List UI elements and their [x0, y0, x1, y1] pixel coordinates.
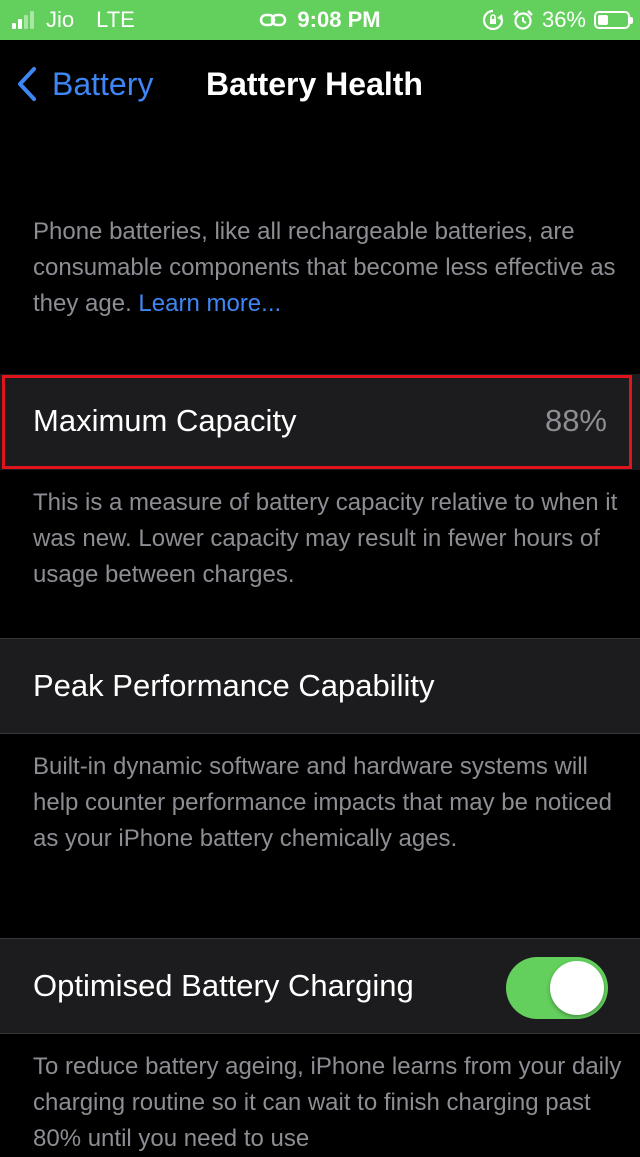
battery-percent: 36%	[541, 7, 586, 32]
status-right: 36%	[482, 0, 633, 40]
rotation-lock-icon	[482, 9, 504, 31]
alarm-icon	[512, 9, 534, 31]
clock: 9:08 PM	[297, 7, 381, 32]
peak-performance-row: Peak Performance Capability	[0, 638, 640, 734]
toggle-knob[interactable]	[550, 961, 604, 1015]
back-button[interactable]: Battery	[16, 64, 153, 104]
intro-text: Phone batteries, like all rechargeable b…	[33, 214, 623, 322]
peak-performance-label: Peak Performance Capability	[33, 668, 435, 703]
navigation-bar: Battery Battery Health	[0, 40, 640, 128]
learn-more-link[interactable]: Learn more...	[138, 290, 281, 317]
link-icon	[259, 11, 287, 29]
chevron-left-icon	[16, 66, 38, 102]
highlight-box	[2, 375, 632, 469]
optimised-charging-row: Optimised Battery Charging	[0, 938, 640, 1034]
battery-level-fill	[598, 15, 608, 25]
page-title: Battery Health	[206, 65, 423, 102]
peak-performance-description: Built-in dynamic software and hardware s…	[33, 753, 612, 852]
status-bar: Jio LTE 9:08 PM 36%	[0, 0, 640, 40]
optimised-charging-toggle[interactable]	[506, 957, 608, 1019]
maximum-capacity-description: This is a measure of battery capacity re…	[33, 489, 618, 588]
back-label: Battery	[52, 65, 154, 102]
optimised-charging-description: To reduce battery ageing, iPhone learns …	[33, 1053, 622, 1152]
battery-icon	[594, 11, 633, 29]
optimised-charging-label: Optimised Battery Charging	[33, 968, 414, 1003]
intro-body: Phone batteries, like all rechargeable b…	[33, 218, 616, 317]
